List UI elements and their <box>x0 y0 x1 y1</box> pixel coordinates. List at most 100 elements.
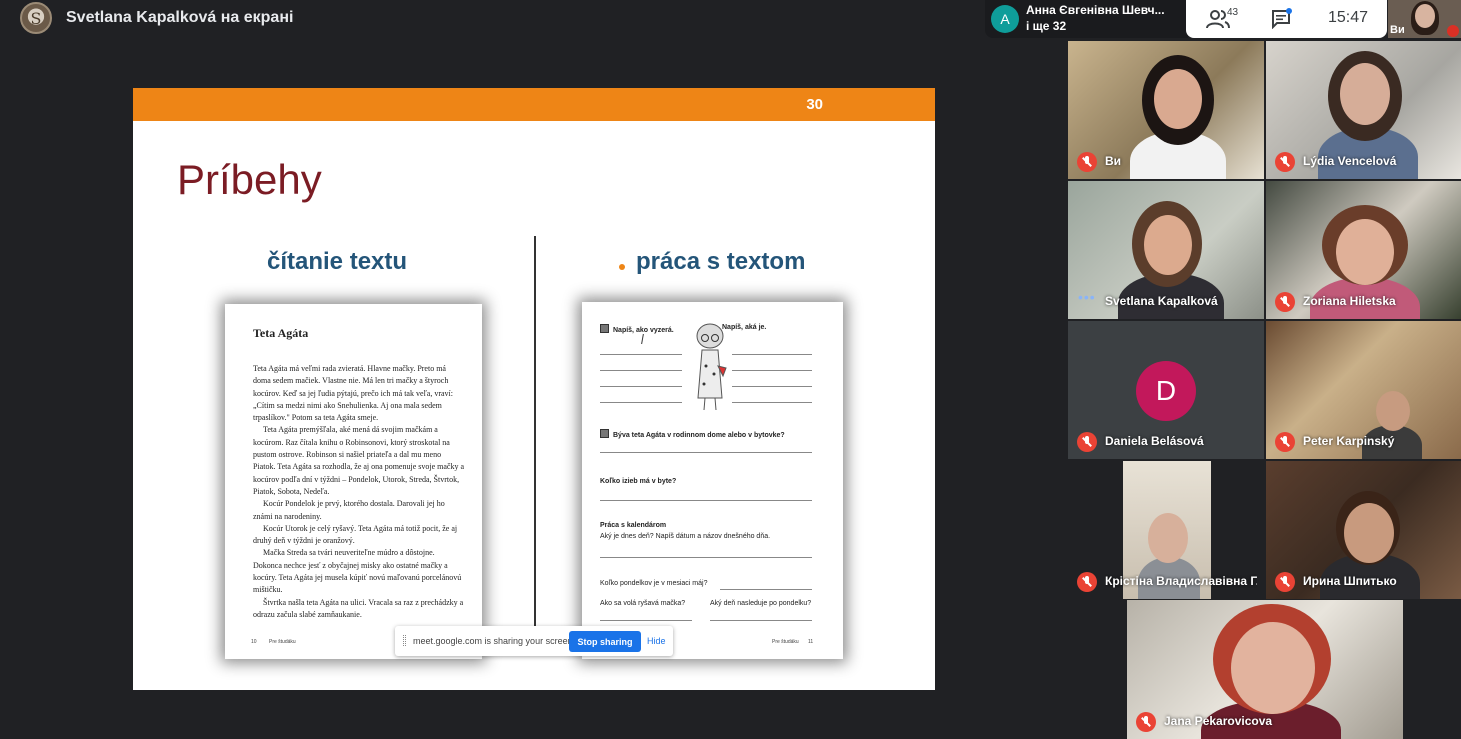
participant-tile[interactable]: Ирина Шпитько <box>1266 461 1461 599</box>
task-house-or-flat: Býva teta Agáta v rodinnom dome alebo v … <box>600 429 785 439</box>
answer-line <box>710 620 812 621</box>
story-paragraph: Teta Agáta premýšľala, aké mená dá svoji… <box>253 425 464 496</box>
answer-line <box>732 402 812 403</box>
self-face <box>1415 4 1435 28</box>
presenter-avatar: S <box>20 2 52 34</box>
book-page-left: Teta Agáta Teta Agáta má veľmi rada zvie… <box>225 304 482 659</box>
column-divider <box>534 236 536 626</box>
slide-number: 30 <box>806 96 823 113</box>
participant-name: Svetlana Kapalková <box>1105 294 1218 308</box>
participant-avatar: D <box>1136 361 1196 421</box>
mouse-cursor <box>641 334 649 344</box>
answer-line <box>600 402 682 403</box>
task-calendar-text: Aký je dnes deň? Napíš dátum a názov dne… <box>600 533 771 540</box>
story-paragraph: Kocúr Utorok je celý ryšavý. Teta Agáta … <box>253 523 458 546</box>
mic-off-icon <box>1077 572 1097 592</box>
answer-line <box>732 386 812 387</box>
task-rooms: Koľko izieb má v byte? <box>600 478 677 485</box>
participant-tile[interactable]: D Daniela Belásová <box>1068 321 1264 459</box>
task-next-day: Aký deň nasleduje po pondelku? <box>710 600 812 607</box>
answer-line <box>732 370 812 371</box>
participant-tile[interactable]: Lýdia Vencelová <box>1266 41 1461 179</box>
answer-line <box>732 354 812 355</box>
clock: 15:47 <box>1328 9 1369 26</box>
task-mondays: Koľko pondelkov je v mesiaci máj? <box>600 580 708 587</box>
mic-off-icon <box>1136 712 1156 732</box>
chat-unread-dot <box>1286 8 1292 14</box>
participant-tile[interactable]: ••• Svetlana Kapalková <box>1068 181 1264 319</box>
participant-tile[interactable]: Zoriana Hiletska <box>1266 181 1461 319</box>
mic-off-icon <box>1077 152 1097 172</box>
answer-line <box>600 620 692 621</box>
right-heading: práca s textom <box>636 248 806 275</box>
participant-name: Jana Pekarovicova <box>1164 714 1273 728</box>
left-heading: čítanie textu <box>267 248 408 275</box>
participants-count: 43 <box>1227 7 1239 18</box>
participant-name: Daniela Belásová <box>1105 434 1204 448</box>
shared-slide: 30 Príbehy čítanie textu práca s textom … <box>133 88 935 690</box>
participant-name: Ви <box>1105 154 1122 168</box>
aunt-agata-illustration <box>696 323 727 411</box>
participant-face <box>1148 513 1188 563</box>
notification-name: Анна Євгенівна Шевч... <box>1026 3 1165 17</box>
page-footer-label: Pre študáku <box>772 639 799 645</box>
answer-line <box>720 589 812 590</box>
stop-sharing-button[interactable]: Stop sharing <box>569 631 641 652</box>
participant-name: Крістіна Владиславівна Г... <box>1105 574 1257 588</box>
pair-task-icon <box>600 324 609 333</box>
meeting-toolbar: 43 15:47 <box>1186 0 1387 38</box>
task-describe-look: Napíš, ako vyzerá. <box>600 324 674 334</box>
self-view[interactable]: Ви <box>1388 0 1461 38</box>
participant-face <box>1344 503 1394 563</box>
page-footer-number: 10 <box>251 639 257 645</box>
mic-off-icon <box>1275 152 1295 172</box>
participant-name: Lýdia Vencelová <box>1303 154 1397 168</box>
participant-tile[interactable]: Jana Pekarovicova <box>1127 600 1403 739</box>
join-notification[interactable]: A Анна Євгенівна Шевч... і ще 32 <box>985 0 1188 38</box>
notification-avatar: A <box>991 5 1019 33</box>
participant-face <box>1144 215 1192 275</box>
notification-subtitle: і ще 32 <box>1026 19 1067 33</box>
participant-name: Zoriana Hiletska <box>1303 294 1396 308</box>
participant-name: Peter Karpinský <box>1303 434 1395 448</box>
mic-off-icon <box>1275 432 1295 452</box>
share-message: meet.google.com is sharing your screen. <box>413 636 576 646</box>
story-paragraph: Kocúr Pondelok je prvý, ktorého dostala.… <box>253 499 445 521</box>
mic-off-icon <box>1447 25 1459 37</box>
participant-face <box>1376 391 1410 431</box>
book-page-right: Napíš, ako vyzerá. Napíš, aká je. Býva t… <box>582 302 843 659</box>
participant-tile[interactable]: Peter Karpinský <box>1266 321 1461 459</box>
task-calendar-title: Práca s kalendárom <box>600 522 667 529</box>
page-footer-number: 11 <box>808 639 814 645</box>
answer-line <box>600 500 812 501</box>
participant-tile[interactable]: Крістіна Владиславівна Г... <box>1068 461 1264 599</box>
answer-line <box>600 354 682 355</box>
participant-face <box>1340 63 1390 125</box>
page-footer-label: Pre študáku <box>269 639 296 645</box>
mic-off-icon <box>1275 572 1295 592</box>
self-label: Ви <box>1390 24 1405 36</box>
mic-off-icon <box>1275 292 1295 312</box>
slide-header-bar: 30 <box>133 88 935 121</box>
story-title: Teta Agáta <box>253 326 309 340</box>
story-text: Teta Agáta má veľmi rada zvieratá. Hlavn… <box>253 363 464 621</box>
task-cat-name: Ako sa volá ryšavá mačka? <box>600 600 686 607</box>
answer-line <box>600 370 682 371</box>
drag-handle-icon[interactable] <box>403 635 406 646</box>
screen-share-bar: meet.google.com is sharing your screen. … <box>395 626 673 656</box>
participant-face <box>1231 622 1315 714</box>
story-paragraph: Teta Agáta má veľmi rada zvieratá. Hlavn… <box>253 364 453 423</box>
story-paragraph: Mačka Streda sa tvári neuveriteľne múdro… <box>253 548 462 595</box>
speaking-indicator-icon: ••• <box>1078 289 1096 305</box>
writing-task-icon <box>600 429 609 438</box>
slide-title: Príbehy <box>177 156 322 203</box>
bullet-dot <box>619 264 625 270</box>
participant-face <box>1154 69 1202 129</box>
participant-tile[interactable]: Ви <box>1068 41 1264 179</box>
story-paragraph: Štvrtka našla teta Agáta na ulici. Vraca… <box>253 597 464 619</box>
participant-name: Ирина Шпитько <box>1303 574 1397 588</box>
presenter-title: Svetlana Kapalková на екрані <box>66 9 294 26</box>
answer-line <box>600 452 812 453</box>
mic-off-icon <box>1077 432 1097 452</box>
hide-button[interactable]: Hide <box>647 636 666 646</box>
